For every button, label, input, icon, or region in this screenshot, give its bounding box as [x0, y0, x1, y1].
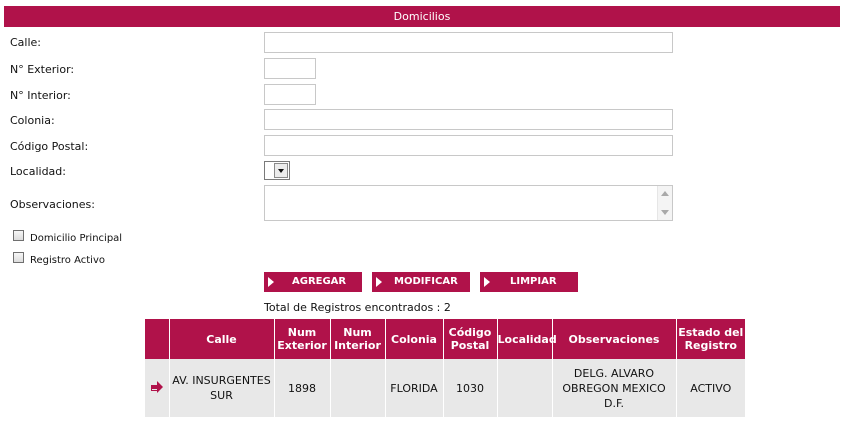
arrow-right-icon[interactable]	[150, 380, 163, 393]
registro-activo-label: Registro Activo	[30, 255, 105, 266]
limpiar-button-label: LIMPIAR	[510, 276, 557, 287]
triangle-right-icon	[376, 277, 382, 287]
colonia-label: Colonia:	[10, 114, 55, 127]
agregar-button[interactable]: AGREGAR	[264, 272, 362, 292]
cell-estado: ACTIVO	[676, 359, 745, 417]
cell-codigo-postal: 1030	[443, 359, 498, 417]
section-title: Domicilios	[393, 10, 451, 23]
num-interior-label: N° Interior:	[10, 89, 71, 102]
observaciones-label: Observaciones:	[10, 198, 95, 211]
domicilio-principal-checkbox[interactable]	[13, 230, 24, 241]
agregar-button-label: AGREGAR	[292, 276, 347, 287]
header-localidad[interactable]: Localidad	[497, 319, 557, 359]
codigo-postal-input[interactable]	[264, 135, 673, 156]
total-records-text: Total de Registros encontrados : 2	[264, 301, 451, 314]
triangle-right-icon	[484, 277, 490, 287]
row-select-cell[interactable]	[145, 359, 170, 417]
num-exterior-input[interactable]	[264, 58, 316, 79]
modificar-button[interactable]: MODIFICAR	[372, 272, 470, 292]
cell-localidad	[497, 359, 553, 417]
scroll-up-icon[interactable]	[661, 191, 669, 196]
registro-activo-checkbox[interactable]	[13, 252, 24, 263]
localidad-select[interactable]	[264, 161, 290, 180]
modificar-button-label: MODIFICAR	[394, 276, 458, 287]
header-selector	[145, 319, 170, 359]
scroll-down-icon[interactable]	[661, 210, 669, 215]
textarea-scrollbar[interactable]	[657, 186, 672, 220]
header-num-exterior[interactable]: Num Exterior	[274, 319, 331, 359]
chevron-down-icon[interactable]	[274, 163, 288, 178]
table-header-row: Calle Num Exterior Num Interior Colonia …	[145, 319, 745, 359]
header-observaciones[interactable]: Observaciones	[552, 319, 677, 359]
cell-num-interior	[330, 359, 386, 417]
calle-input[interactable]	[264, 32, 673, 53]
calle-label: Calle:	[10, 36, 42, 49]
header-calle[interactable]: Calle	[169, 319, 275, 359]
colonia-input[interactable]	[264, 109, 673, 130]
cell-colonia: FLORIDA	[385, 359, 444, 417]
header-colonia[interactable]: Colonia	[385, 319, 444, 359]
header-codigo-postal[interactable]: Código Postal	[443, 319, 498, 359]
num-exterior-label: N° Exterior:	[10, 63, 75, 76]
cell-num-exterior: 1898	[274, 359, 331, 417]
results-table: Calle Num Exterior Num Interior Colonia …	[145, 319, 745, 417]
header-estado[interactable]: Estado del Registro	[676, 319, 745, 359]
domicilio-principal-label: Domicilio Principal	[30, 233, 123, 244]
cell-calle: AV. INSURGENTES SUR	[169, 359, 275, 417]
num-interior-input[interactable]	[264, 84, 316, 105]
limpiar-button[interactable]: LIMPIAR	[480, 272, 578, 292]
triangle-right-icon	[268, 277, 274, 287]
section-header: Domicilios	[4, 6, 840, 27]
header-num-interior[interactable]: Num Interior	[330, 319, 386, 359]
codigo-postal-label: Código Postal:	[10, 140, 89, 153]
observaciones-textarea[interactable]	[264, 185, 673, 221]
localidad-label: Localidad:	[10, 165, 66, 178]
table-row[interactable]: AV. INSURGENTES SUR 1898 FLORIDA 1030 DE…	[145, 359, 745, 417]
cell-observaciones: DELG. ALVARO OBREGON MEXICO D.F.	[552, 359, 677, 417]
